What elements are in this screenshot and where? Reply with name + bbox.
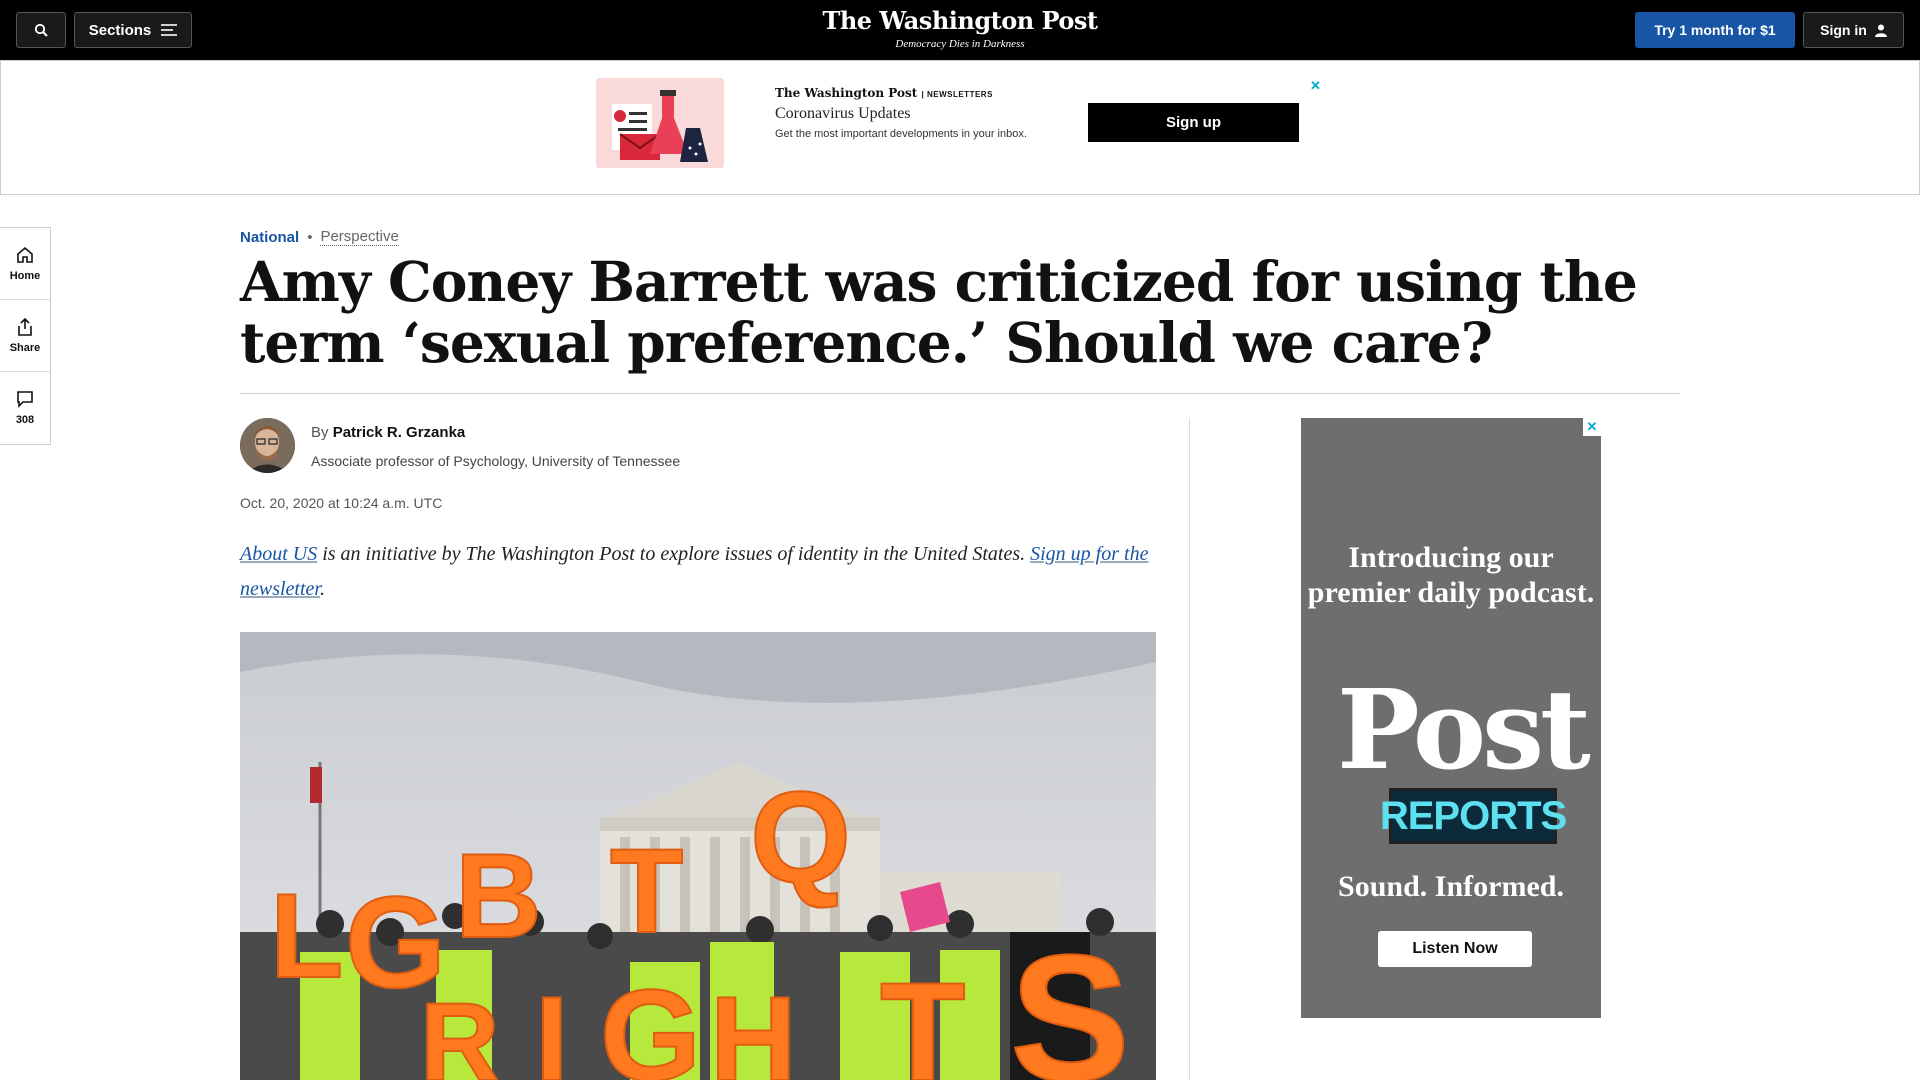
svg-text:G: G xyxy=(600,962,701,1080)
site-logo[interactable]: The Washington Post xyxy=(760,6,1160,35)
subscribe-button[interactable]: Try 1 month for $1 xyxy=(1635,12,1795,48)
svg-text:Q: Q xyxy=(750,764,851,910)
sign-in-label: Sign in xyxy=(1820,22,1867,38)
newsletter-signup-button[interactable]: Sign up xyxy=(1088,103,1299,142)
article-intro: About US is an initiative by The Washing… xyxy=(240,537,1160,607)
ad-close-icon[interactable]: ✕ xyxy=(1310,78,1321,94)
listen-now-button[interactable]: Listen Now xyxy=(1378,931,1532,967)
newsletter-ad-image[interactable] xyxy=(596,78,724,168)
rail-home-label: Home xyxy=(9,269,41,282)
svg-text:L: L xyxy=(270,869,343,1003)
svg-text:I: I xyxy=(535,972,568,1080)
newsletter-ad-brand: The Washington Post | NEWSLETTERS xyxy=(775,86,993,100)
search-icon xyxy=(34,23,48,37)
share-icon xyxy=(18,317,32,336)
svg-text:T: T xyxy=(880,953,966,1080)
kicker-separator: • xyxy=(307,228,313,246)
post-reports-logo: Post xyxy=(1337,665,1591,794)
comment-count: 308 xyxy=(15,414,35,426)
author-name-link[interactable]: Patrick R. Grzanka xyxy=(333,424,466,441)
top-navigation-bar: Sections The Washington Post Democracy D… xyxy=(0,0,1920,60)
article-headline: Amy Coney Barrett was criticized for usi… xyxy=(240,249,1638,375)
svg-text:S: S xyxy=(1010,918,1130,1080)
rail-home-button[interactable]: Home xyxy=(0,228,50,300)
author-bio: Associate professor of Psychology, Unive… xyxy=(311,453,681,469)
headline-divider xyxy=(240,393,1680,394)
site-tagline: Democracy Dies in Darkness xyxy=(895,38,1025,50)
byline-prefix: By xyxy=(311,424,329,441)
reports-badge: REPORTS xyxy=(1380,788,1567,844)
rail-share-button[interactable]: Share xyxy=(0,300,50,372)
svg-text:R: R xyxy=(420,981,499,1080)
newsletter-ad-title: Coronavirus Updates xyxy=(775,105,911,122)
sections-label: Sections xyxy=(88,21,152,39)
menu-icon xyxy=(161,24,178,36)
podcast-ad[interactable]: ✕ Introducing our premier daily podcast.… xyxy=(1301,418,1601,1018)
newsletter-ad-brand-name: The Washington Post xyxy=(775,86,918,100)
perspective-label[interactable]: Perspective xyxy=(320,228,399,246)
newsletter-ad-description: Get the most important developments in y… xyxy=(775,128,1027,140)
rail-comments-button[interactable]: 308 xyxy=(0,372,50,444)
masthead[interactable]: The Washington Post Democracy Dies in Da… xyxy=(760,6,1160,50)
sign-in-button[interactable]: Sign in xyxy=(1803,12,1904,48)
article-kicker: National • Perspective xyxy=(240,228,399,246)
search-button[interactable] xyxy=(16,12,66,48)
svg-text:H: H xyxy=(710,972,797,1080)
comment-icon xyxy=(17,391,33,408)
byline: By Patrick R. Grzanka xyxy=(311,424,465,441)
newsletter-ad-brand-suffix: NEWSLETTERS xyxy=(926,90,993,99)
sections-button[interactable]: Sections xyxy=(74,12,192,48)
home-icon xyxy=(17,246,33,263)
section-link[interactable]: National xyxy=(240,229,299,246)
article-action-rail: Home Share 308 xyxy=(0,227,51,445)
intro-end: . xyxy=(320,578,325,600)
about-us-link[interactable]: About US xyxy=(240,543,317,565)
svg-text:B: B xyxy=(455,829,542,963)
rail-share-label: Share xyxy=(9,341,41,354)
ad-close-icon[interactable]: ✕ xyxy=(1583,418,1601,436)
intro-text: is an initiative by The Washington Post … xyxy=(317,543,1031,565)
publish-date: Oct. 20, 2020 at 10:24 a.m. UTC xyxy=(240,495,443,511)
podcast-ad-tagline: Sound. Informed. xyxy=(1338,870,1564,903)
podcast-ad-headline: Introducing our premier daily podcast. xyxy=(1307,541,1595,609)
author-avatar[interactable] xyxy=(240,418,295,473)
user-icon xyxy=(1874,24,1887,37)
svg-text:T: T xyxy=(610,824,683,958)
column-divider xyxy=(1189,418,1190,1080)
lead-photo[interactable]: L G B T Q R I G H T S xyxy=(240,632,1156,1080)
